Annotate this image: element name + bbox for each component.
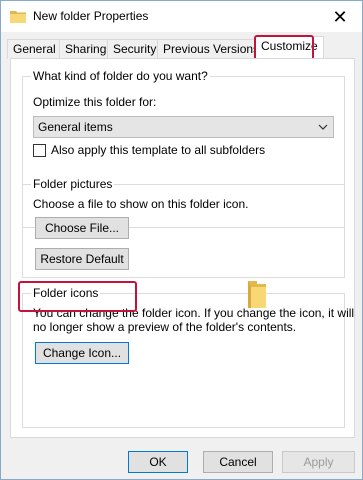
folder-icons-title: Folder icons: [31, 286, 101, 300]
apply-button[interactable]: Apply: [282, 451, 355, 473]
title-bar[interactable]: New folder Properties ✕: [1, 1, 362, 32]
apply-subfolders-label[interactable]: Also apply this template to all subfolde…: [51, 143, 265, 157]
folder-type-title: What kind of folder do you want?: [31, 69, 210, 83]
properties-dialog: New folder Properties ✕ General Sharing …: [0, 0, 363, 480]
folder-icons-description-1: You can change the folder icon. If you c…: [33, 306, 355, 320]
folder-icons-group: Folder icons You can change the folder i…: [22, 286, 354, 428]
close-button[interactable]: ✕: [326, 4, 354, 30]
folder-icons-description-2: no longer show a preview of the folder's…: [33, 320, 297, 334]
folder-pictures-title: Folder pictures: [31, 177, 115, 191]
optimize-label: Optimize this folder for:: [33, 95, 157, 109]
chevron-down-icon: [318, 124, 328, 130]
optimize-selected-value: General items: [38, 120, 113, 134]
apply-subfolders-checkbox[interactable]: [33, 144, 46, 157]
close-icon: ✕: [332, 7, 348, 27]
cancel-button[interactable]: Cancel: [203, 451, 273, 473]
tab-security[interactable]: Security: [107, 39, 163, 59]
folder-icon: [10, 11, 26, 23]
customize-panel: What kind of folder do you want? Optimiz…: [10, 58, 355, 438]
folder-preview-icon: [248, 281, 266, 308]
ok-button[interactable]: OK: [128, 451, 188, 473]
change-icon-button[interactable]: Change Icon...: [35, 342, 129, 364]
tab-strip: General Sharing Security Previous Versio…: [1, 32, 362, 59]
folder-pictures-description: Choose a file to show on this folder ico…: [33, 197, 249, 211]
tab-general[interactable]: General: [7, 39, 62, 59]
window-title: New folder Properties: [33, 9, 149, 23]
choose-file-button[interactable]: Choose File...: [35, 217, 129, 239]
restore-default-button[interactable]: Restore Default: [35, 248, 129, 270]
tab-sharing[interactable]: Sharing: [59, 39, 113, 59]
folder-pictures-group: Folder pictures Choose a file to show on…: [22, 177, 345, 278]
tab-customize[interactable]: Customize: [255, 36, 324, 59]
optimize-dropdown[interactable]: General items: [33, 116, 334, 138]
tab-previous-versions[interactable]: Previous Versions: [157, 39, 266, 59]
